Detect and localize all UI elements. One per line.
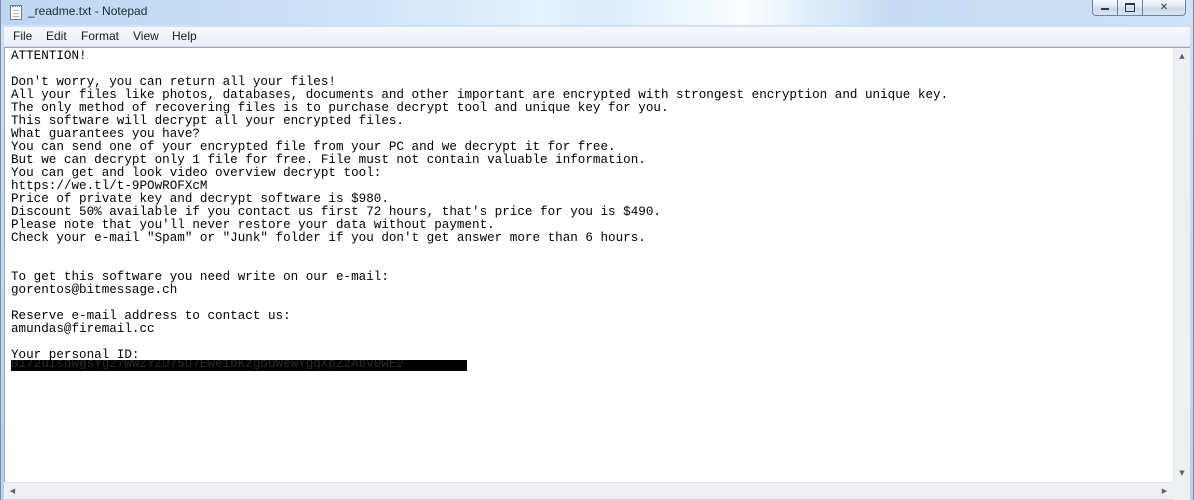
size-grip[interactable] — [1173, 482, 1190, 500]
scroll-right-arrow-icon[interactable]: ▶ — [1156, 483, 1173, 499]
scroll-left-arrow-icon[interactable]: ◀ — [4, 483, 21, 499]
scroll-down-arrow-icon[interactable]: ▼ — [1174, 465, 1190, 482]
maximize-icon — [1125, 2, 1135, 12]
notepad-window: _readme.txt - Notepad ✕ File Edit Format… — [0, 0, 1194, 500]
menu-edit[interactable]: Edit — [46, 29, 67, 43]
menu-format[interactable]: Format — [81, 29, 119, 43]
menu-file[interactable]: File — [13, 29, 32, 43]
document-text[interactable]: ATTENTION! Don't worry, you can return a… — [11, 50, 948, 362]
menu-view[interactable]: View — [133, 29, 159, 43]
vertical-scrollbar[interactable]: ▲ ▼ — [1173, 48, 1190, 482]
maximize-button[interactable] — [1117, 0, 1143, 16]
minimize-button[interactable] — [1092, 0, 1118, 16]
horizontal-scrollbar[interactable]: ◀ ▶ — [4, 482, 1173, 499]
text-editor[interactable]: ATTENTION! Don't worry, you can return a… — [4, 47, 1190, 484]
notepad-icon[interactable] — [10, 5, 22, 20]
title-bar[interactable]: _readme.txt - Notepad ✕ — [1, 0, 1193, 25]
close-button[interactable]: ✕ — [1142, 0, 1186, 16]
minimize-icon — [1101, 8, 1109, 10]
redacted-personal-id: 0172uIsdwgsYg27WwZYZU75U7Ewe1bKzgbuWeWYg… — [11, 360, 467, 371]
title-bar-glare — [591, 0, 891, 25]
close-icon: ✕ — [1159, 2, 1169, 13]
menu-bar: File Edit Format View Help — [4, 27, 1190, 47]
window-title: _readme.txt - Notepad — [28, 4, 148, 18]
scroll-up-arrow-icon[interactable]: ▲ — [1174, 48, 1190, 65]
window-frame-right — [1190, 25, 1193, 500]
personal-id-value: 0172uIsdwgsYg27WwZYZU75U7Ewe1bKzgbuWeWYg… — [11, 360, 404, 371]
menu-help[interactable]: Help — [172, 29, 197, 43]
